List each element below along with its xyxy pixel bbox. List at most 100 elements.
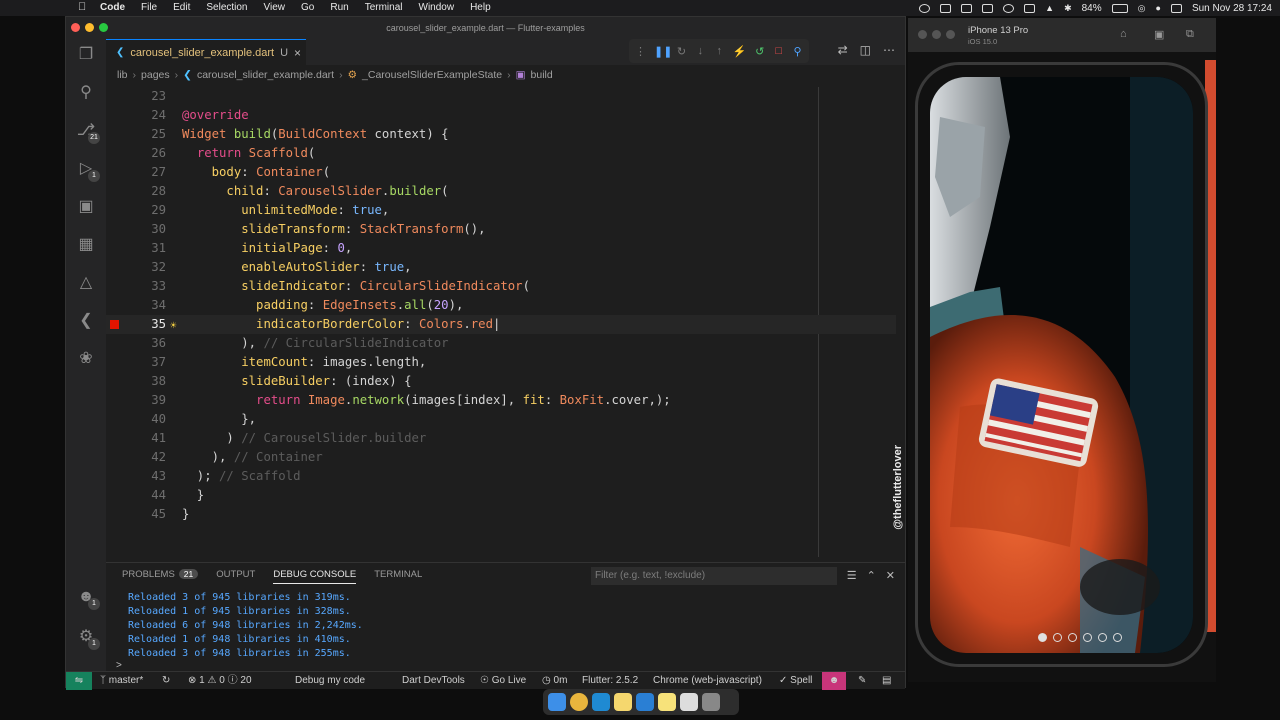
spell-status[interactable]: ✓ Spell xyxy=(779,672,812,690)
apple-menu-icon[interactable]:  xyxy=(78,1,86,13)
minimize-window-button[interactable] xyxy=(85,23,94,32)
tab-close-icon[interactable]: × xyxy=(294,46,301,60)
indicator-dot[interactable] xyxy=(1083,633,1092,642)
menu-terminal[interactable]: Terminal xyxy=(357,0,411,16)
remote-indicator-icon[interactable]: ⇋ xyxy=(66,672,92,690)
inspect-widget-icon[interactable]: ⚲ xyxy=(792,45,803,58)
menu-help[interactable]: Help xyxy=(462,0,499,16)
feedback-icon[interactable]: ✎ xyxy=(858,672,866,690)
extensions-icon[interactable]: ▦ xyxy=(76,235,96,255)
control-center-icon[interactable] xyxy=(1170,3,1182,13)
carousel-slide-image[interactable] xyxy=(930,77,1193,653)
lightbulb-icon[interactable]: ☀ xyxy=(170,316,177,335)
sim-zoom-button[interactable] xyxy=(946,30,955,39)
menu-selection[interactable]: Selection xyxy=(198,0,255,16)
maximize-panel-icon[interactable]: ⌃ xyxy=(867,569,876,582)
flutter-version[interactable]: Flutter: 2.5.2 xyxy=(582,672,638,690)
menu-code[interactable]: Code xyxy=(92,0,133,16)
branch-status[interactable]: ᛉ master* xyxy=(100,672,143,690)
console-prompt[interactable]: > xyxy=(116,660,122,671)
dart-devtools-button[interactable]: Dart DevTools xyxy=(402,672,465,690)
record-icon[interactable] xyxy=(919,3,931,13)
notifications-icon[interactable]: ▤ xyxy=(882,672,891,690)
vscode-icon[interactable] xyxy=(592,693,610,711)
drag-handle-icon[interactable]: ⋮ xyxy=(635,45,646,58)
zoom-window-button[interactable] xyxy=(99,23,108,32)
keyboard-icon[interactable] xyxy=(982,3,994,13)
clear-console-icon[interactable]: ☰ xyxy=(847,569,857,582)
paw-icon[interactable]: ❀ xyxy=(76,349,96,369)
bluetooth-icon[interactable]: ✱ xyxy=(1064,3,1072,14)
home-icon[interactable]: ⌂ xyxy=(1120,28,1127,40)
remote-explorer-icon[interactable]: ▣ xyxy=(76,197,96,217)
go-live-button[interactable]: ☉ Go Live xyxy=(480,672,526,690)
battery-icon[interactable] xyxy=(1111,3,1128,13)
tab-output[interactable]: OUTPUT xyxy=(216,569,255,584)
screenshot-icon[interactable]: ▣ xyxy=(1154,28,1164,41)
tab-terminal[interactable]: TERMINAL xyxy=(374,569,422,584)
testing-icon[interactable]: △ xyxy=(76,273,96,293)
finder-icon[interactable] xyxy=(548,693,566,711)
step-out-icon[interactable]: ↑ xyxy=(714,45,725,57)
problems-status[interactable]: ⊗ 1 ⚠ 0 ⓘ 20 xyxy=(188,672,252,690)
close-window-button[interactable] xyxy=(71,23,80,32)
screen-icon[interactable] xyxy=(940,3,952,13)
indicator-dot[interactable] xyxy=(1098,633,1107,642)
document-icon[interactable] xyxy=(680,693,698,711)
mirror-icon[interactable] xyxy=(1024,3,1036,13)
search-icon[interactable]: ⚲ xyxy=(76,83,96,103)
menu-file[interactable]: File xyxy=(133,0,165,16)
step-over-icon[interactable]: ↻ xyxy=(676,45,687,58)
indicator-dot-active[interactable] xyxy=(1038,633,1047,642)
close-panel-icon[interactable]: ✕ xyxy=(886,569,895,582)
code-editor[interactable]: 23 24 @override 25 Widget build(BuildConte… xyxy=(106,87,896,557)
hot-reload-icon[interactable]: ⚡ xyxy=(733,45,747,58)
step-into-icon[interactable]: ↓ xyxy=(695,45,706,57)
menu-window[interactable]: Window xyxy=(411,0,463,16)
indicator-dot[interactable] xyxy=(1053,633,1062,642)
flutter-icon[interactable]: ❮ xyxy=(76,311,96,331)
indicator-dot[interactable] xyxy=(1068,633,1077,642)
tab-problems[interactable]: PROBLEMS 21 xyxy=(122,569,199,584)
stickies-icon[interactable] xyxy=(658,693,676,711)
debug-status[interactable]: Debug my code xyxy=(295,672,365,690)
xcode-icon[interactable] xyxy=(636,693,654,711)
breadcrumb-lib[interactable]: lib xyxy=(117,69,128,81)
rotate-icon[interactable]: ⧉ xyxy=(1186,28,1194,41)
run-debug-icon[interactable]: ▷ 1 xyxy=(76,159,100,182)
accounts-icon[interactable]: ☻ 1 xyxy=(76,587,100,610)
source-control-icon[interactable]: ⎇ 21 xyxy=(76,121,100,144)
breadcrumb-class[interactable]: _CarouselSliderExampleState xyxy=(362,69,502,81)
menu-go[interactable]: Go xyxy=(293,0,322,16)
sync-icon[interactable]: ↻ xyxy=(162,672,170,690)
settings-gear-icon[interactable]: ⚙ 1 xyxy=(76,627,100,650)
breakpoint-icon[interactable] xyxy=(110,320,119,329)
timer-status[interactable]: ◷ 0m xyxy=(542,672,567,690)
compare-icon[interactable]: ⇄ xyxy=(838,43,848,57)
menu-run[interactable]: Run xyxy=(322,0,356,16)
volume-icon[interactable]: ▲ xyxy=(1045,3,1054,13)
sim-close-button[interactable] xyxy=(918,30,927,39)
breadcrumb-method[interactable]: build xyxy=(531,69,553,81)
sim-minimize-button[interactable] xyxy=(932,30,941,39)
wifi-icon[interactable]: ◎ xyxy=(1138,3,1146,14)
pause-icon[interactable]: ❚❚ xyxy=(654,45,672,58)
trash-icon[interactable] xyxy=(702,693,720,711)
globe-icon[interactable] xyxy=(1003,3,1015,13)
notes-icon[interactable] xyxy=(614,693,632,711)
device-selector[interactable]: Chrome (web-javascript) xyxy=(653,672,762,690)
tab-carousel-slider-example[interactable]: ❮ carousel_slider_example.dart U × xyxy=(106,39,306,65)
chrome-icon[interactable] xyxy=(570,693,588,711)
copilot-icon[interactable]: ☻ xyxy=(822,672,846,690)
console-filter-input[interactable]: Filter (e.g. text, !exclude) xyxy=(591,567,837,585)
breadcrumb-file[interactable]: carousel_slider_example.dart xyxy=(197,69,334,81)
restart-icon[interactable]: ↺ xyxy=(754,45,765,58)
menu-edit[interactable]: Edit xyxy=(165,0,198,16)
more-actions-icon[interactable]: ⋯ xyxy=(883,43,895,57)
stop-icon[interactable]: □ xyxy=(773,45,784,57)
user-icon[interactable]: ● xyxy=(1156,3,1161,13)
breadcrumb-pages[interactable]: pages xyxy=(141,69,170,81)
explorer-icon[interactable]: ❐ xyxy=(76,45,96,65)
menu-view[interactable]: View xyxy=(256,0,294,16)
indicator-dot[interactable] xyxy=(1113,633,1122,642)
